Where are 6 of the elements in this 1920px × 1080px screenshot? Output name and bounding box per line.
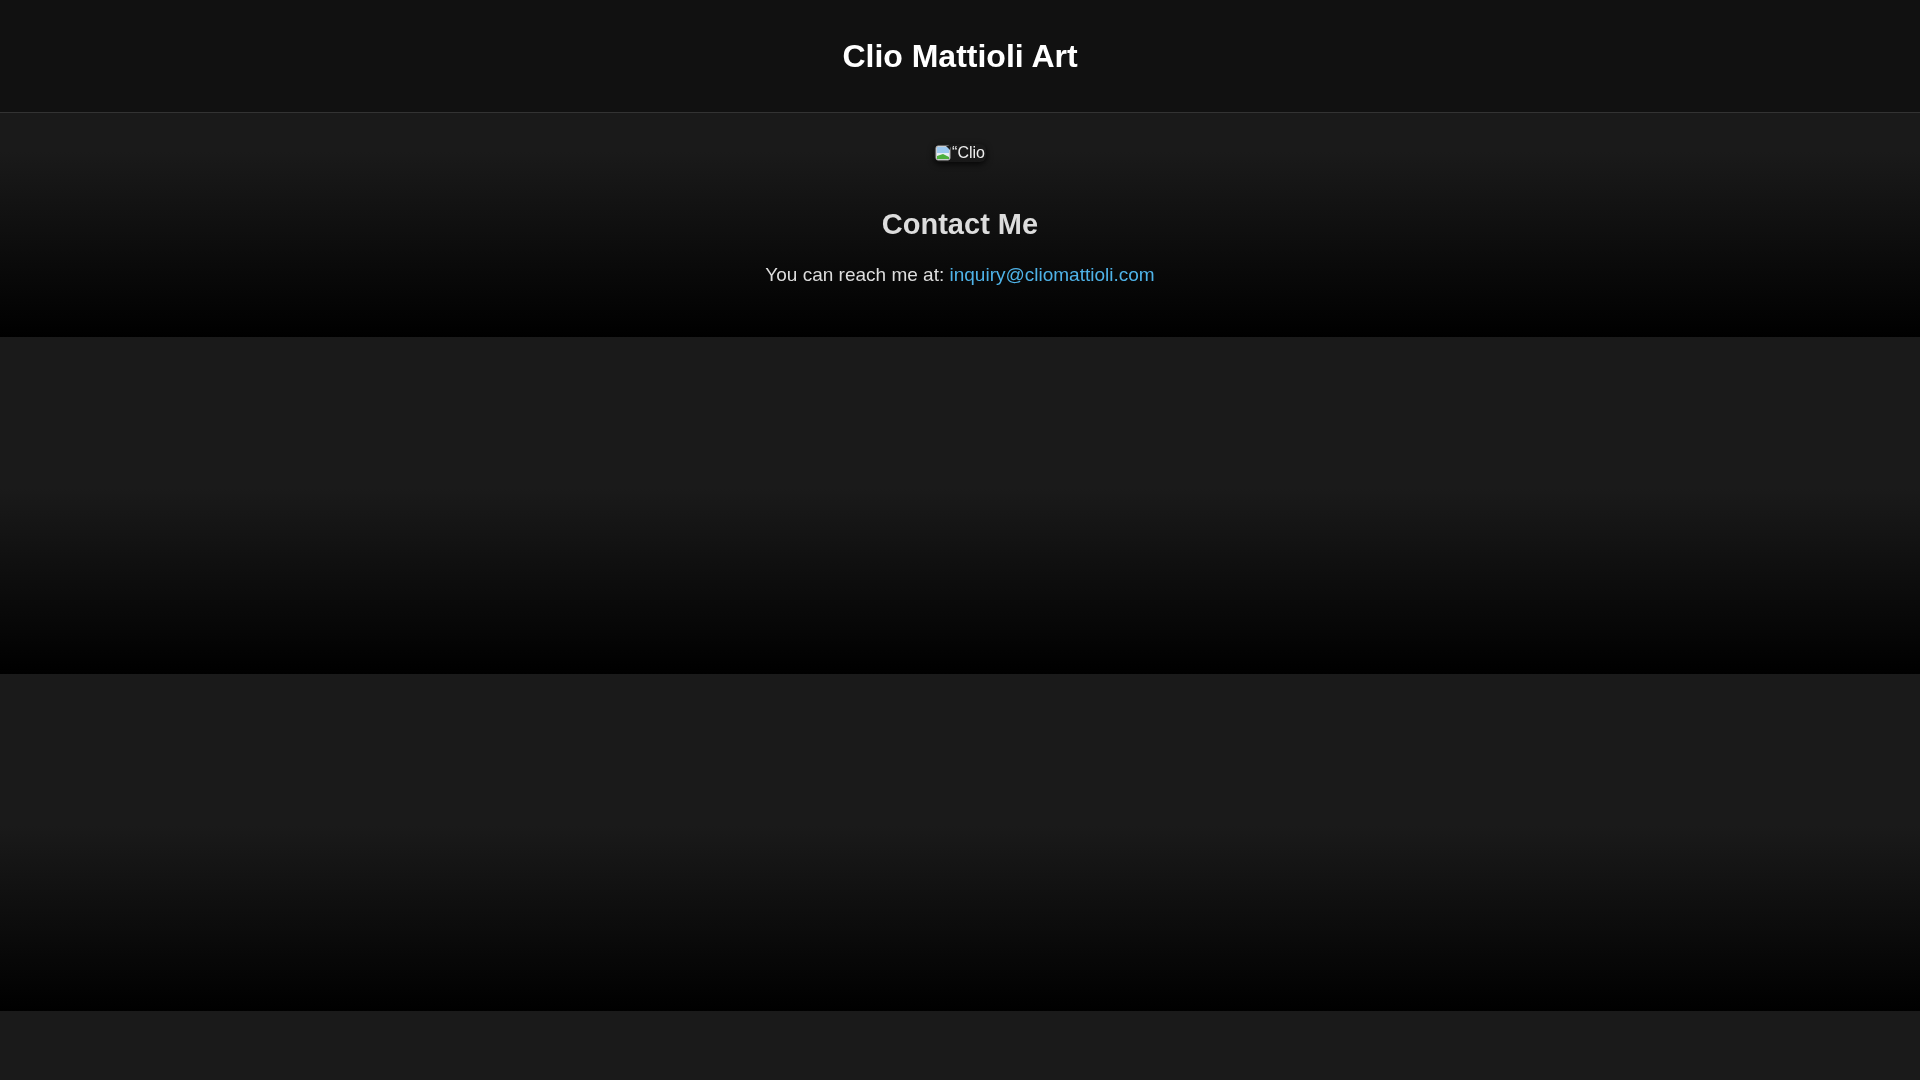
broken-image-icon [935, 145, 952, 161]
email-link[interactable]: inquiry@cliomattioli.com [949, 264, 1155, 285]
contact-heading: Contact Me [881, 208, 1039, 241]
contact-text: You can reach me at: inquiry@cliomattioli.com [765, 264, 1155, 286]
image-alt-text: “Clio [952, 144, 985, 162]
site-title: Clio Mattioli Art [842, 37, 1078, 75]
